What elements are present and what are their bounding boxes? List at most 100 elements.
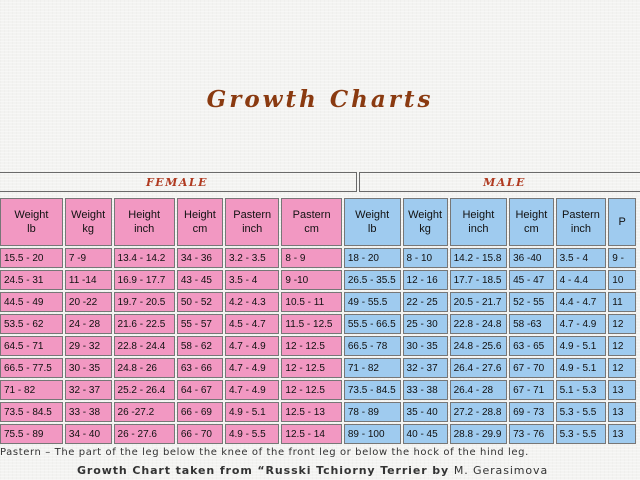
table-cell: 33 - 38 [402, 380, 448, 400]
table-cell: 12.5 - 13 [281, 402, 342, 422]
column-header: Weight kg [64, 198, 112, 246]
column-header-label: P [618, 216, 626, 228]
table-cell: 26.4 - 28 [449, 380, 508, 400]
column-header: Pastern cm [281, 198, 342, 246]
table-cell: 4.9 - 5.1 [555, 358, 607, 378]
column-header: Height cm [176, 198, 223, 246]
male-group-header: MALE [359, 172, 640, 192]
column-header-unit: cm [524, 223, 539, 235]
table-cell: 12 - 12.5 [281, 380, 342, 400]
table-row: 24.5 - 31 11 -14 16.9 - 17.7 43 - 45 3.5 - 4… [0, 270, 636, 290]
table-cell: 12 - 16 [402, 270, 448, 290]
table-cell: 22 - 25 [402, 292, 448, 312]
table-cell: 44.5 - 49 [0, 292, 63, 312]
table-cell: 5.3 - 5.5 [555, 402, 607, 422]
column-header-label: Weight [408, 209, 443, 221]
table-cell: 24.8 - 25.6 [449, 336, 508, 356]
table-cell: 11 -14 [64, 270, 112, 290]
table-cell: 52 - 55 [509, 292, 554, 312]
column-header: P [608, 198, 636, 246]
table-cell: 53.5 - 62 [0, 314, 63, 334]
table-cell: 20.5 - 21.7 [449, 292, 508, 312]
table-cell: 67 - 70 [509, 358, 554, 378]
table-cell: 55 - 57 [176, 314, 223, 334]
table-cell: 66 - 69 [176, 402, 223, 422]
table-cell: 13 [608, 380, 636, 400]
table-cell: 35 - 40 [402, 402, 448, 422]
column-header-unit: kg [82, 223, 95, 235]
credit-line: Growth Chart taken from “Russki Tchiorny… [77, 464, 548, 477]
table-cell: 63 - 65 [509, 336, 554, 356]
table-cell: 4.2 - 4.3 [224, 292, 280, 312]
table-cell: 16.9 - 17.7 [113, 270, 175, 290]
table-cell: 4.4 - 4.7 [555, 292, 607, 312]
table-cell: 66.5 - 78 [343, 336, 401, 356]
table-cell: 58 - 62 [176, 336, 223, 356]
table-cell: 5.3 - 5.5 [555, 424, 607, 444]
table-cell: 64 - 67 [176, 380, 223, 400]
table-cell: 24.5 - 31 [0, 270, 63, 290]
table-cell: 78 - 89 [343, 402, 401, 422]
table-cell: 26.4 - 27.6 [449, 358, 508, 378]
table-cell: 15.5 - 20 [0, 248, 63, 268]
column-header-label: Height [515, 209, 548, 221]
header-row: Weight lb Weight kg Height inch Height cm Paster… [0, 198, 636, 246]
table-cell: 75.5 - 89 [0, 424, 63, 444]
table-cell: 27.2 - 28.8 [449, 402, 508, 422]
table-cell: 7 -9 [64, 248, 112, 268]
column-header-unit: kg [419, 223, 431, 235]
table-cell: 20 -22 [64, 292, 112, 312]
table-cell: 69 - 73 [509, 402, 554, 422]
column-header-unit: inch [134, 223, 155, 235]
table-cell: 22.8 - 24.4 [113, 336, 175, 356]
table-cell: 3.2 - 3.5 [224, 248, 280, 268]
table-cell: 30 - 35 [402, 336, 448, 356]
table-cell: 66.5 - 77.5 [0, 358, 63, 378]
table-cell: 4.7 - 4.9 [224, 380, 280, 400]
table-cell: 9 - [608, 248, 636, 268]
table-cell: 10 [608, 270, 636, 290]
column-header-label: Weight [355, 209, 390, 221]
table-cell: 9 -10 [281, 270, 342, 290]
column-header: Weight lb [0, 198, 63, 246]
table-cell: 26 -27.2 [113, 402, 175, 422]
table-cell: 12 - 12.5 [281, 336, 342, 356]
table-cell: 43 - 45 [176, 270, 223, 290]
table-cell: 12 [608, 314, 636, 334]
table-cell: 67 - 71 [509, 380, 554, 400]
female-group-header: FEMALE [0, 172, 357, 192]
table-cell: 5.1 - 5.3 [555, 380, 607, 400]
table-row: 44.5 - 49 20 -22 19.7 - 20.5 50 - 52 4.2 - 4… [0, 292, 636, 312]
table-cell: 34 - 36 [176, 248, 223, 268]
table-cell: 32 - 37 [64, 380, 112, 400]
table-cell: 4 - 4.4 [555, 270, 607, 290]
column-header-label: Weight [14, 209, 49, 221]
column-header: Weight kg [402, 198, 448, 246]
table-row: 73.5 - 84.5 33 - 38 26 -27.2 66 - 69 4.9 - 5… [0, 402, 636, 422]
column-header: Height cm [509, 198, 554, 246]
table-cell: 66 - 70 [176, 424, 223, 444]
table-cell: 40 - 45 [402, 424, 448, 444]
table-cell: 4.9 - 5.1 [555, 336, 607, 356]
table-cell: 4.9 - 5.1 [224, 402, 280, 422]
column-header-label: Weight [71, 209, 106, 221]
table-cell: 25.2 - 26.4 [113, 380, 175, 400]
table-cell: 3.5 - 4 [224, 270, 280, 290]
column-header: Pastern inch [555, 198, 607, 246]
table-cell: 21.6 - 22.5 [113, 314, 175, 334]
column-header: Height inch [449, 198, 508, 246]
growth-table: Weight lb Weight kg Height inch Height cm Paster… [0, 196, 638, 446]
table-cell: 34 - 40 [64, 424, 112, 444]
table-cell: 71 - 82 [0, 380, 63, 400]
table-cell: 73.5 - 84.5 [0, 402, 63, 422]
table-cell: 12 [608, 336, 636, 356]
credit-text: Growth Chart taken from “Russki Tchiorny… [77, 464, 450, 477]
column-header-label: Pastern [292, 209, 331, 221]
column-header-label: Height [462, 209, 495, 221]
table-cell: 26.5 - 35.5 [343, 270, 401, 290]
table-cell: 64.5 - 71 [0, 336, 63, 356]
table-cell: 26 - 27.6 [113, 424, 175, 444]
column-header-unit: cm [192, 223, 208, 235]
table-cell: 49 - 55.5 [343, 292, 401, 312]
table-row: 66.5 - 77.5 30 - 35 24.8 - 26 63 - 66 4.7 - … [0, 358, 636, 378]
